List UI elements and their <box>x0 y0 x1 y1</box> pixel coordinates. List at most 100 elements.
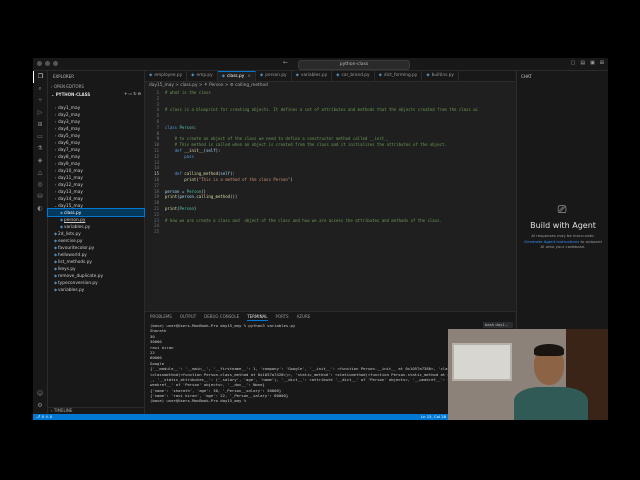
code-token: def <box>174 171 185 177</box>
editor-tab[interactable]: ◆ employee.py <box>145 71 188 81</box>
tree-folder[interactable]: › day1_may <box>48 104 144 111</box>
remote-explorer-icon[interactable]: ▭ <box>33 131 47 143</box>
code-token: "This is a method of the class Person" <box>198 176 291 182</box>
collapse-all-icon[interactable]: ⊟ <box>138 91 142 96</box>
docker-icon[interactable]: ◈ <box>33 155 47 167</box>
code-token: # This method is called when an object i… <box>165 142 447 148</box>
toggle-sidebar-icon[interactable]: ▢ <box>571 60 576 66</box>
python-file-icon: ◆ <box>378 73 382 78</box>
code-token: () <box>201 188 206 194</box>
panel-tab-problems[interactable]: PROBLEMS <box>150 312 172 321</box>
tree-folder[interactable]: › day4_may <box>48 125 144 132</box>
workspace-folder[interactable]: ⌄ PYTHON-CLASS +▭↻⊟ <box>48 91 144 98</box>
toggle-panel-icon[interactable]: ▤ <box>580 60 585 66</box>
close-window-button[interactable] <box>37 61 42 66</box>
panel-tab-azure[interactable]: AZURE <box>297 312 311 321</box>
editor-tab[interactable]: ◆ variables.py <box>292 71 333 81</box>
customize-layout-icon[interactable]: ⊞ <box>600 60 604 66</box>
code-token: person <box>165 188 180 194</box>
minimize-window-button[interactable] <box>45 61 50 66</box>
settings-gear-icon[interactable]: ⚙ <box>33 400 47 412</box>
tree-file[interactable]: ◆helloworld.py <box>48 251 144 258</box>
panel-tab-debug-console[interactable]: DEBUG CONSOLE <box>204 312 239 321</box>
tree-folder[interactable]: › day10_may <box>48 167 144 174</box>
tree-file[interactable]: ◆exercise.py <box>48 237 144 244</box>
explorer-icon[interactable]: ❐ <box>33 71 47 83</box>
webcam-whiteboard <box>452 343 512 381</box>
python-file-icon: ◆ <box>426 73 430 78</box>
tree-folder[interactable]: › day11_may <box>48 174 144 181</box>
tree-folder[interactable]: › day2_may <box>48 111 144 118</box>
database-icon[interactable]: ⛁ <box>33 191 47 203</box>
github-icon[interactable]: ◎ <box>33 179 47 191</box>
tree-file[interactable]: ◆variables.py <box>48 223 144 230</box>
search-icon[interactable]: ⌕ <box>33 83 47 95</box>
code-token: calling_method <box>184 171 218 177</box>
timeline-section[interactable]: › TIMELINE <box>48 407 147 414</box>
source-control-icon[interactable]: ⑂ <box>33 95 47 107</box>
code-token: def <box>174 147 185 153</box>
tree-file[interactable]: ◆list_methods.py <box>48 258 144 265</box>
account-icon[interactable]: ☺ <box>33 388 47 400</box>
tree-file[interactable]: ◆typeconversion.py <box>48 279 144 286</box>
tree-file[interactable]: ◆favouritecolor.py <box>48 244 144 251</box>
code-token: print <box>165 194 178 200</box>
tree-file[interactable]: ◆remove_duplicate.py <box>48 272 144 279</box>
tree-file[interactable]: ◆variables.py <box>48 286 144 293</box>
editor-tab[interactable]: ◆ builtins.py <box>422 71 459 81</box>
tree-folder[interactable]: › day5_may <box>48 132 144 139</box>
tree-folder[interactable]: › day14_may <box>48 195 144 202</box>
title-bar: ← → python-class ▢ ▤ ▣ ⊞ <box>33 58 608 71</box>
window-controls <box>37 61 58 66</box>
editor-tab[interactable]: ◆ car_brand.py <box>332 71 375 81</box>
tree-file[interactable]: ◆lkeys.py <box>48 265 144 272</box>
editor-tab[interactable]: ◆ dict_forming.py <box>375 71 423 81</box>
tree-file[interactable]: ◆class.py <box>47 208 145 217</box>
tree-folder[interactable]: › day12_may <box>48 181 144 188</box>
run-debug-icon[interactable]: ▷ <box>33 107 47 119</box>
azure-icon[interactable]: △ <box>33 167 47 179</box>
extensions-icon[interactable]: ⊞ <box>33 119 47 131</box>
tree-folder[interactable]: › day7_may <box>48 146 144 153</box>
panel-tab-terminal[interactable]: TERMINAL <box>247 312 268 321</box>
close-tab-icon[interactable]: × <box>247 74 251 79</box>
command-center-search[interactable]: python-class <box>298 60 410 70</box>
copilot-icon[interactable]: ◐ <box>33 203 47 215</box>
timeline-label: TIMELINE <box>53 408 73 413</box>
tree-folder[interactable]: ⌄day15_may <box>48 202 144 209</box>
tree-folder[interactable]: › day3_may <box>48 118 144 125</box>
status-problems[interactable]: ⎇ 0 ⚠ 0 <box>36 414 52 420</box>
code-token: class <box>165 124 180 130</box>
status-cursor-position[interactable]: Ln 15, Col 28 <box>421 414 446 420</box>
tree-file[interactable]: ◆2d_lists.py <box>48 230 144 237</box>
editor-tab[interactable]: ◆ emp.py <box>187 71 218 81</box>
panel-tab-ports[interactable]: PORTS <box>276 312 289 321</box>
maximize-window-button[interactable] <box>53 61 58 66</box>
webcam-overlay <box>448 329 608 420</box>
panel-tab-output[interactable]: OUTPUT <box>180 312 196 321</box>
tree-file[interactable]: ◆person.py <box>48 216 144 223</box>
presenter-body <box>514 387 588 420</box>
tree-folder[interactable]: › day9_may <box>48 160 144 167</box>
tree-folder[interactable]: › day13_may <box>48 188 144 195</box>
code-token: = <box>179 188 187 194</box>
code-token: : <box>193 124 197 130</box>
code-token: calling_method <box>196 194 231 200</box>
editor-tab[interactable]: ◆ person.py <box>256 71 292 81</box>
tree-folder[interactable]: › day6_may <box>48 139 144 146</box>
explorer-sidebar: EXPLORER › OPEN EDITORS ⌄ PYTHON-CLASS +… <box>47 71 147 414</box>
code-editor[interactable]: 1 # what is the class 2 3 4 # class is a blue… <box>145 90 515 295</box>
testing-icon[interactable]: ⚗ <box>33 143 47 155</box>
terminal-session-item[interactable]: bash day1... <box>483 322 513 328</box>
breadcrumb[interactable]: day15_may > class.py > ⚘ Person > ⚙ call… <box>149 82 268 89</box>
tab-label: variables.py <box>300 73 328 78</box>
open-editors-label: OPEN EDITORS <box>53 84 84 89</box>
open-editors-section[interactable]: › OPEN EDITORS <box>48 82 144 91</box>
toggle-secondary-sidebar-icon[interactable]: ▣ <box>590 60 595 66</box>
generate-instructions-link[interactable]: Generate Agent Instructions <box>524 239 579 244</box>
tree-folder[interactable]: › day8_may <box>48 153 144 160</box>
editor-tab[interactable]: ◆ class.py × <box>217 71 256 81</box>
code-token: __init__ <box>184 147 204 153</box>
